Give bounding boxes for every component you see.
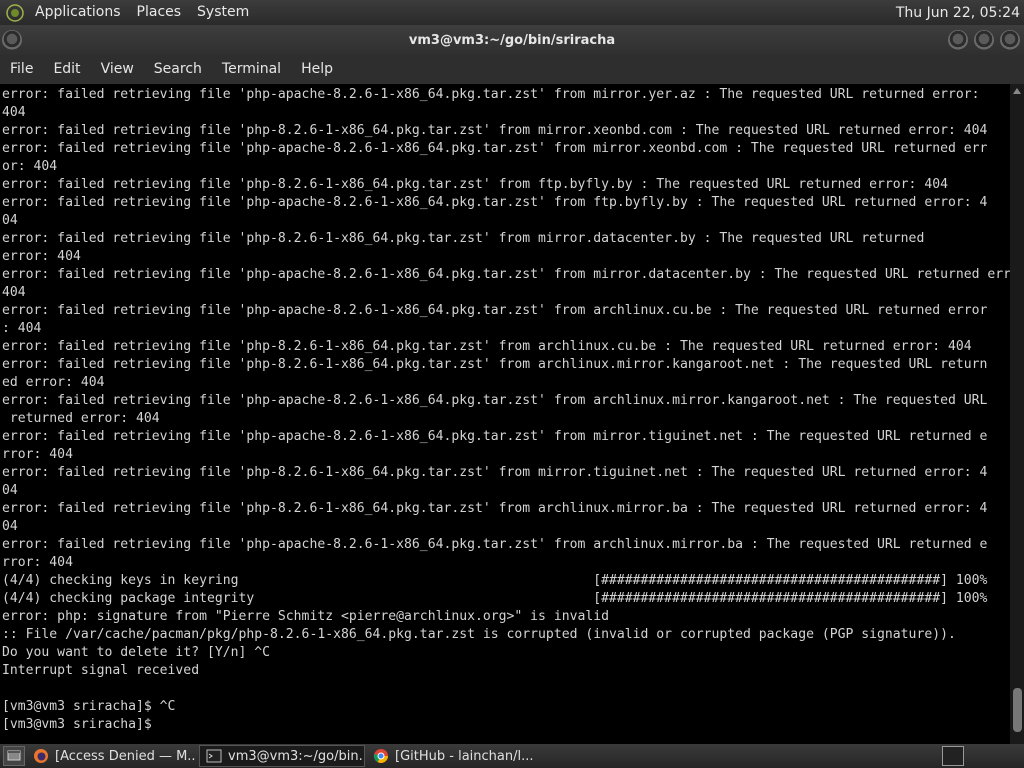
terminal-line: error: failed retrieving file 'php-8.2.6… (2, 177, 948, 192)
terminal-line: rror: 404 (2, 555, 73, 570)
terminal-line: (4/4) checking keys in keyring [########… (2, 573, 988, 588)
top-panel: Applications Places System Thu Jun 22, 0… (0, 0, 1024, 25)
system-menu[interactable]: System (189, 0, 257, 25)
terminal-line: error: failed retrieving file 'php-8.2.6… (2, 357, 988, 372)
task-terminal[interactable]: vm3@vm3:~/go/bin... (199, 745, 365, 767)
terminal-line: Do you want to delete it? [Y/n] ^C (2, 645, 271, 660)
close-button[interactable] (1000, 30, 1020, 50)
task-chrome[interactable]: [GitHub - lainchan/l... (367, 745, 533, 767)
terminal-line: error: failed retrieving file 'php-apach… (2, 87, 980, 102)
firefox-icon (34, 749, 48, 763)
window-titlebar[interactable]: vm3@vm3:~/go/bin/sriracha (0, 25, 1024, 55)
terminal-line: 404 (2, 105, 26, 120)
terminal-line: 404 (2, 285, 26, 300)
maximize-button[interactable] (974, 30, 994, 50)
menubar: File Edit View Search Terminal Help (0, 55, 1024, 84)
terminal-line: (4/4) checking package integrity [######… (2, 591, 988, 606)
taskbar: [Access Denied — M... vm3@vm3:~/go/bin..… (0, 744, 1024, 768)
terminal-line: error: failed retrieving file 'php-apach… (2, 537, 988, 552)
applications-menu[interactable]: Applications (27, 0, 129, 25)
window-title: vm3@vm3:~/go/bin/sriracha (408, 32, 616, 48)
terminal-line: 04 (2, 213, 18, 228)
terminal-icon (206, 749, 222, 763)
menu-help[interactable]: Help (291, 55, 343, 84)
terminal-line: error: failed retrieving file 'php-apach… (2, 393, 988, 408)
task-label: [GitHub - lainchan/l... (395, 748, 533, 764)
terminal-line: Interrupt signal received (2, 663, 200, 678)
terminal-line: error: 404 (2, 249, 81, 264)
minimize-button[interactable] (948, 30, 968, 50)
terminal-line: error: php: signature from "Pierre Schmi… (2, 609, 609, 624)
terminal-line: [vm3@vm3 sriracha]$ ^C (2, 699, 176, 714)
places-menu[interactable]: Places (129, 0, 190, 25)
terminal-line: error: failed retrieving file 'php-8.2.6… (2, 501, 988, 516)
workspace-switcher[interactable] (942, 746, 964, 766)
terminal-line: :: File /var/cache/pacman/pkg/php-8.2.6-… (2, 627, 956, 642)
chrome-icon (373, 749, 388, 763)
terminal-line: or: 404 (2, 159, 58, 174)
scrollbar-thumb[interactable] (1013, 688, 1022, 732)
terminal-line: returned error: 404 (2, 411, 160, 426)
menu-file[interactable]: File (0, 55, 43, 84)
task-label: [Access Denied — M... (55, 748, 197, 764)
terminal-line: error: failed retrieving file 'php-apach… (2, 429, 988, 444)
task-label: vm3@vm3:~/go/bin... (228, 748, 365, 764)
clock[interactable]: Thu Jun 22, 05:24 (896, 5, 1024, 21)
terminal-line: error: failed retrieving file 'php-8.2.6… (2, 123, 988, 138)
terminal-line: ed error: 404 (2, 375, 105, 390)
terminal-line: [vm3@vm3 sriracha]$ (2, 717, 160, 732)
terminal-line: error: failed retrieving file 'php-apach… (2, 141, 988, 156)
window-menu-button[interactable] (2, 30, 22, 50)
terminal-line: error: failed retrieving file 'php-8.2.6… (2, 339, 972, 354)
terminal-line: : 404 (2, 321, 42, 336)
terminal-text: error: failed retrieving file 'php-apach… (0, 86, 1010, 734)
terminal-line: rror: 404 (2, 447, 73, 462)
terminal-line: error: failed retrieving file 'php-apach… (2, 195, 988, 210)
terminal-line: error: failed retrieving file 'php-apach… (2, 267, 1010, 282)
task-firefox[interactable]: [Access Denied — M... (27, 745, 197, 767)
menu-search[interactable]: Search (144, 55, 212, 84)
terminal-line: error: failed retrieving file 'php-8.2.6… (2, 465, 988, 480)
menu-view[interactable]: View (91, 55, 144, 84)
scroll-up-arrow-icon[interactable] (1013, 88, 1021, 94)
menu-terminal[interactable]: Terminal (212, 55, 291, 84)
applications-logo-icon[interactable] (5, 3, 25, 23)
terminal-scrollbar[interactable] (1010, 84, 1024, 744)
terminal-output[interactable]: error: failed retrieving file 'php-apach… (0, 84, 1010, 744)
show-desktop-icon[interactable] (3, 746, 25, 766)
terminal-line: 04 (2, 483, 18, 498)
menu-edit[interactable]: Edit (43, 55, 90, 84)
terminal-line: error: failed retrieving file 'php-apach… (2, 303, 988, 318)
terminal-line: 04 (2, 519, 18, 534)
terminal-line: error: failed retrieving file 'php-8.2.6… (2, 231, 925, 246)
